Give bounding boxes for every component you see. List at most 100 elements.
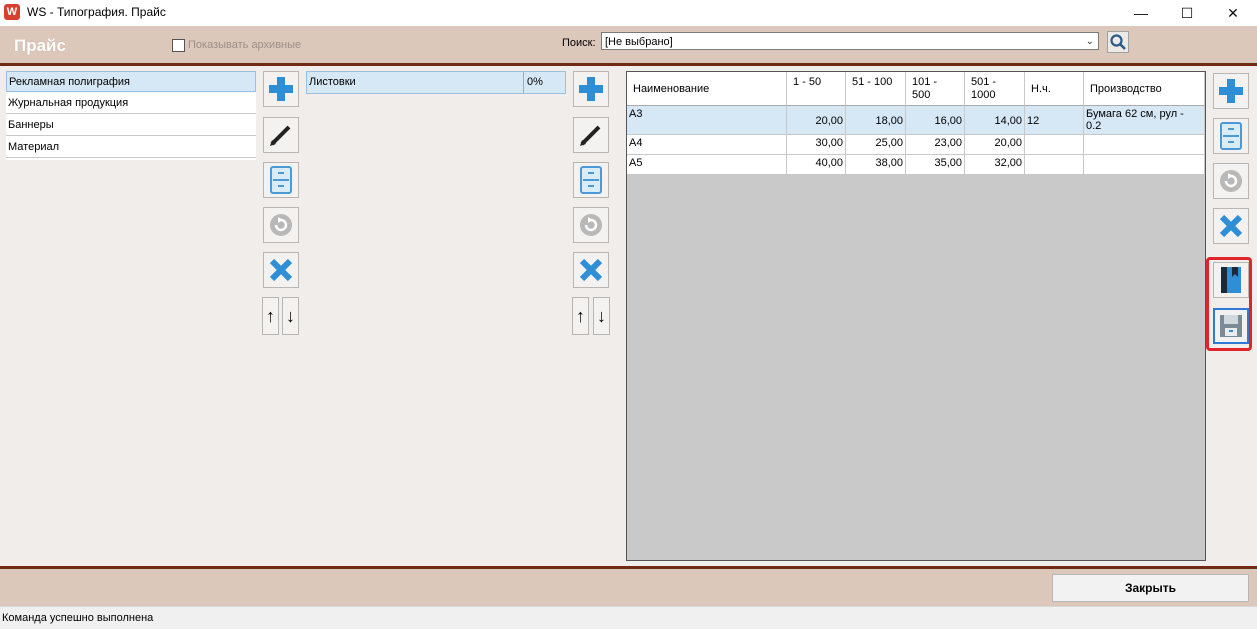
- save-icon: [270, 166, 292, 194]
- refresh-subcategory-button[interactable]: [573, 207, 609, 243]
- add-price-button[interactable]: [1213, 73, 1249, 109]
- table-cell: 20,00: [787, 106, 846, 135]
- move-up-button[interactable]: ↑: [262, 297, 279, 335]
- table-cell: [1025, 135, 1084, 155]
- table-cell: [1084, 155, 1205, 175]
- book-button[interactable]: [1213, 262, 1249, 298]
- category-label: Журнальная продукция: [8, 97, 129, 109]
- category-label: Материал: [8, 141, 59, 153]
- column-header-label: Производство: [1090, 83, 1162, 95]
- arrow-down-icon: ↓: [286, 305, 295, 326]
- category-item[interactable]: Журнальная продукция: [6, 93, 256, 114]
- table-cell: Бумага 62 см, рул - 0.2: [1084, 106, 1205, 135]
- minimize-button[interactable]: —: [1118, 0, 1164, 26]
- subcategory-percent: 0%: [527, 76, 543, 88]
- column-header-label: 51 - 100: [852, 76, 893, 88]
- app-logo-icon: W: [4, 4, 20, 20]
- table-cell: [1084, 135, 1205, 155]
- delete-category-button[interactable]: [263, 252, 299, 288]
- delete-price-button[interactable]: [1213, 208, 1249, 244]
- category-list: Рекламная полиграфия Журнальная продукци…: [6, 71, 256, 160]
- category-label: Рекламная полиграфия: [9, 76, 131, 88]
- save-subcategory-button[interactable]: [573, 162, 609, 198]
- move-up-button[interactable]: ↑: [572, 297, 589, 335]
- search-icon: [1110, 34, 1126, 50]
- table-cell: 25,00: [846, 135, 906, 155]
- search-label: Поиск:: [562, 37, 596, 49]
- edit-category-button[interactable]: [263, 117, 299, 153]
- category-item[interactable]: Рекламная полиграфия: [6, 71, 256, 92]
- column-header[interactable]: 501 - 1000: [965, 72, 1025, 106]
- column-header-label: 501 - 1000: [971, 76, 997, 101]
- search-combobox[interactable]: [Не выбрано] ⌄: [601, 32, 1099, 50]
- maximize-button[interactable]: ☐: [1164, 0, 1210, 26]
- move-down-button[interactable]: ↓: [593, 297, 610, 335]
- table-cell: 40,00: [787, 155, 846, 175]
- column-header[interactable]: 51 - 100: [846, 72, 906, 106]
- arrow-up-icon: ↑: [266, 305, 275, 326]
- show-archived-checkbox[interactable]: [172, 39, 185, 52]
- page-title: Прайс: [14, 36, 66, 55]
- save-price-button[interactable]: [1213, 118, 1249, 154]
- plus-icon: [579, 77, 603, 101]
- arrow-up-icon: ↑: [576, 305, 585, 326]
- refresh-price-button[interactable]: [1213, 163, 1249, 199]
- close-window-button[interactable]: ✕: [1210, 0, 1256, 26]
- add-category-button[interactable]: [263, 71, 299, 107]
- status-bar: Команда успешно выполнена: [0, 606, 1257, 629]
- delete-subcategory-button[interactable]: [573, 252, 609, 288]
- close-button[interactable]: Закрыть: [1052, 574, 1249, 602]
- arrow-down-icon: ↓: [597, 305, 606, 326]
- column-header[interactable]: 1 - 50: [787, 72, 846, 106]
- close-icon: ✕: [1227, 4, 1239, 21]
- column-header[interactable]: Производство: [1084, 72, 1205, 106]
- refresh-category-button[interactable]: [263, 207, 299, 243]
- chevron-down-icon[interactable]: ⌄: [1086, 33, 1094, 51]
- table-cell: 14,00: [965, 106, 1025, 135]
- title-bar: [0, 0, 1257, 26]
- category-item[interactable]: Материал: [6, 137, 256, 158]
- table-cell: 18,00: [846, 106, 906, 135]
- pencil-icon: [580, 125, 601, 146]
- column-header[interactable]: Н.ч.: [1025, 72, 1084, 106]
- table-cell: 16,00: [906, 106, 965, 135]
- table-cell: 12: [1025, 106, 1084, 135]
- column-header-label: Н.ч.: [1031, 83, 1051, 95]
- table-cell: [1025, 155, 1084, 175]
- delete-icon: [579, 258, 603, 282]
- maximize-icon: ☐: [1180, 4, 1194, 21]
- delete-icon: [269, 258, 293, 282]
- column-header[interactable]: 101 - 500: [906, 72, 965, 106]
- window-title: WS - Типография. Прайс: [27, 5, 166, 19]
- column-divider: [523, 72, 524, 93]
- category-label: Баннеры: [8, 119, 54, 131]
- table-cell: А4: [627, 135, 787, 155]
- column-header-label: Наименование: [633, 83, 710, 95]
- move-down-button[interactable]: ↓: [282, 297, 299, 335]
- subcategory-label: Листовки: [309, 76, 356, 88]
- table-cell: 32,00: [965, 155, 1025, 175]
- save-icon: [1220, 122, 1242, 150]
- column-header[interactable]: Наименование: [627, 72, 787, 106]
- table-cell: 30,00: [787, 135, 846, 155]
- plus-icon: [269, 77, 293, 101]
- edit-subcategory-button[interactable]: [573, 117, 609, 153]
- refresh-icon: [270, 214, 292, 236]
- disk-icon: [1220, 315, 1242, 337]
- search-value: [Не выбрано]: [605, 36, 673, 48]
- minimize-icon: —: [1134, 5, 1148, 21]
- add-subcategory-button[interactable]: [573, 71, 609, 107]
- save-icon: [580, 166, 602, 194]
- table-cell: 20,00: [965, 135, 1025, 155]
- subcategory-item[interactable]: Листовки 0%: [306, 71, 566, 94]
- refresh-icon: [580, 214, 602, 236]
- category-item[interactable]: Баннеры: [6, 115, 256, 136]
- search-button[interactable]: [1107, 31, 1129, 53]
- table-cell: А5: [627, 155, 787, 175]
- column-header-label: 1 - 50: [793, 76, 822, 88]
- pencil-icon: [270, 125, 291, 146]
- price-grid: Наименование 1 - 50 51 - 100 101 - 500 5…: [626, 71, 1206, 561]
- save-category-button[interactable]: [263, 162, 299, 198]
- save-to-disk-button[interactable]: [1213, 308, 1249, 344]
- plus-icon: [1219, 79, 1243, 103]
